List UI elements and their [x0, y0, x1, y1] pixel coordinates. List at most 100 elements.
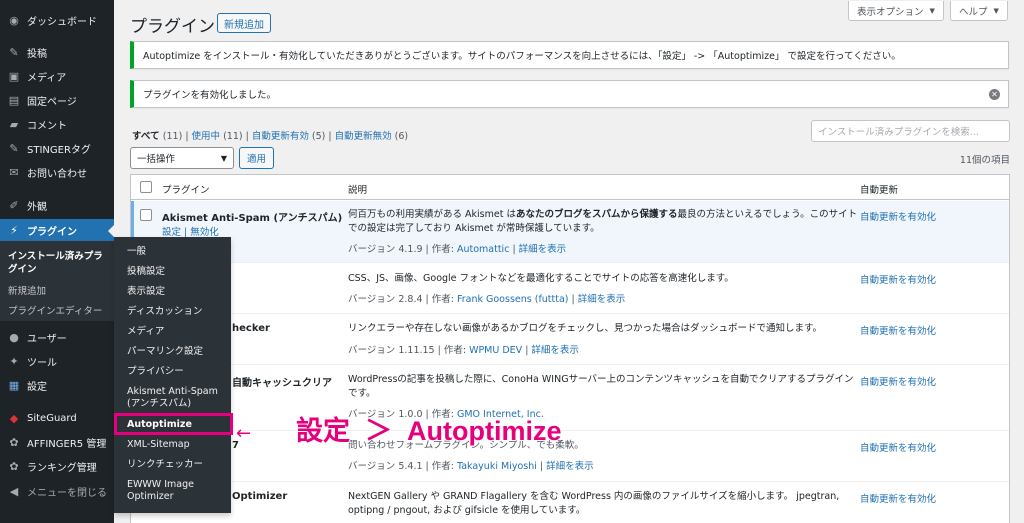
- flyout-ewww[interactable]: EWWW Image Optimizer: [127, 479, 227, 503]
- collapse-icon: ◀: [9, 484, 19, 498]
- plugin-actions[interactable]: 設定 | 無効化: [162, 224, 219, 238]
- page-title: プラグイン: [130, 17, 215, 37]
- submenu-plugin-editor[interactable]: プラグインエディター: [8, 303, 102, 317]
- author-link[interactable]: Takayuki Miyoshi: [457, 461, 537, 472]
- dashboard-icon: ◉: [9, 13, 19, 27]
- menu-tools[interactable]: ✦ ツール: [0, 350, 114, 372]
- gear-icon: ✿: [9, 459, 19, 473]
- filter-all[interactable]: すべて (11): [132, 131, 182, 142]
- menu-pages[interactable]: ▤ 固定ページ: [0, 89, 114, 111]
- plugin-search-input[interactable]: インストール済みプラグインを検索...: [811, 120, 1010, 142]
- enable-auto-update-link[interactable]: 自動更新を有効化: [860, 440, 936, 454]
- filter-auto-update-enabled[interactable]: 自動更新有効: [252, 131, 309, 142]
- col-auto-update: 自動更新: [860, 185, 899, 196]
- flyout-discussion[interactable]: ディスカッション: [127, 306, 227, 318]
- flyout-reading[interactable]: 表示設定: [127, 286, 227, 298]
- screen-options-button[interactable]: 表示オプション ▼: [848, 1, 944, 21]
- menu-ranking[interactable]: ✿ ランキング管理: [0, 455, 114, 477]
- details-link[interactable]: 詳細を表示: [546, 461, 594, 472]
- author-link[interactable]: Frank Goossens (futtta): [457, 294, 569, 305]
- item-count: 11個の項目: [959, 155, 1010, 166]
- flyout-privacy[interactable]: プライバシー: [127, 366, 227, 378]
- dismiss-icon[interactable]: ✕: [989, 89, 1000, 100]
- pin-icon: ✎: [9, 141, 19, 155]
- plugin-filters: すべて (11) | 使用中 (11) | 自動更新有効 (5) | 自動更新無…: [132, 131, 409, 142]
- plugin-icon: ⚡: [10, 223, 18, 237]
- table-row: Akismet Anti-Spam (アンチスパム) 設定 | 無効化 何百万も…: [131, 201, 1009, 263]
- annotation-arrow-icon: ←: [236, 423, 252, 444]
- col-description: 説明: [348, 185, 368, 196]
- menu-comments[interactable]: ▰ コメント: [0, 113, 114, 135]
- menu-siteguard[interactable]: ◆ SiteGuard: [0, 407, 114, 429]
- main-content: プラグイン 新規追加 表示オプション ▼ ヘルプ ▼ Autoptimize をイン…: [114, 0, 1024, 523]
- submenu-installed-plugins[interactable]: インストール済みプラグイン: [8, 250, 108, 276]
- enable-auto-update-link[interactable]: 自動更新を有効化: [860, 209, 936, 223]
- select-all-checkbox[interactable]: [140, 181, 152, 193]
- enable-auto-update-link[interactable]: 自動更新を有効化: [860, 374, 936, 388]
- plugin-description: NextGEN Gallery や GRAND Flagallery を含む W…: [348, 491, 840, 516]
- menu-stinger-tags[interactable]: ✎ STINGERタグ: [0, 137, 114, 159]
- menu-dashboard[interactable]: ◉ ダッシュボード: [0, 9, 114, 31]
- activated-notice: プラグインを有効化しました。 ✕: [130, 80, 1009, 108]
- author-link[interactable]: WPMU DEV: [469, 345, 522, 356]
- table-row: Optimizer NextGEN Gallery や GRAND Flagal…: [131, 483, 1009, 523]
- plugin-name: 自動キャッシュクリア: [232, 378, 332, 389]
- flyout-writing[interactable]: 投稿設定: [127, 266, 227, 278]
- table-header: プラグイン 説明 自動更新: [131, 175, 1009, 200]
- mail-icon: ✉: [9, 165, 19, 179]
- details-link[interactable]: 詳細を表示: [531, 345, 579, 356]
- caret-down-icon: ▼: [993, 6, 999, 15]
- shield-icon: ◆: [9, 411, 19, 425]
- plugin-name: Optimizer: [232, 491, 288, 502]
- menu-media[interactable]: ▣ メディア: [0, 65, 114, 87]
- help-button[interactable]: ヘルプ ▼: [950, 1, 1008, 21]
- enable-auto-update-link[interactable]: 自動更新を有効化: [860, 491, 936, 505]
- filter-active[interactable]: 使用中: [192, 131, 221, 142]
- plugin-description: 何百万もの利用実績がある Akismet はあなたのブログをスパムから保護する最…: [348, 209, 858, 234]
- flyout-akismet[interactable]: Akismet Anti-Spam (アンチスパム): [127, 386, 227, 410]
- flyout-xml-sitemap[interactable]: XML-Sitemap: [127, 439, 227, 451]
- plugin-name: hecker: [232, 323, 270, 334]
- plugin-description: CSS、JS、画像、Google フォントなどを最適化することでサイトの応答を高…: [348, 273, 734, 284]
- plugin-description: リンクエラーや存在しない画像があるかブログをチェックし、見つかった場合はダッシュ…: [348, 323, 823, 334]
- menu-affinger5[interactable]: ✿ AFFINGER5 管理: [0, 431, 114, 453]
- user-icon: ●: [9, 330, 19, 344]
- filter-auto-update-disabled[interactable]: 自動更新無効: [335, 131, 392, 142]
- submenu-add-new[interactable]: 新規追加: [8, 283, 46, 297]
- details-link[interactable]: 詳細を表示: [578, 294, 626, 305]
- flyout-general[interactable]: 一般: [127, 246, 227, 258]
- table-row: 自動キャッシュクリア WordPressの記事を投稿した際に、ConoHa WI…: [131, 366, 1009, 431]
- menu-plugins[interactable]: ⚡ プラグイン: [0, 219, 114, 241]
- menu-appearance[interactable]: ✐ 外観: [0, 194, 114, 216]
- plugin-meta: バージョン 1.11.15 | 作者: WPMU DEV | 詳細を表示: [348, 345, 579, 356]
- plugin-name: Akismet Anti-Spam (アンチスパム): [162, 213, 343, 224]
- plugin-meta: バージョン 4.1.9 | 作者: Automattic | 詳細を表示: [348, 244, 567, 255]
- apply-button[interactable]: 適用: [239, 147, 275, 169]
- pin-icon: ✎: [9, 45, 19, 59]
- plugin-meta: バージョン 5.4.1 | 作者: Takayuki Miyoshi | 詳細を…: [348, 461, 594, 472]
- menu-posts[interactable]: ✎ 投稿: [0, 41, 114, 63]
- flyout-link-checker[interactable]: リンクチェッカー: [127, 459, 227, 471]
- flyout-autoptimize[interactable]: Autoptimize: [114, 413, 233, 435]
- row-checkbox[interactable]: [140, 209, 152, 221]
- enable-auto-update-link[interactable]: 自動更新を有効化: [860, 323, 936, 337]
- plugin-description: WordPressの記事を投稿した際に、ConoHa WINGサーバー上のコンテ…: [348, 374, 854, 399]
- add-new-button[interactable]: 新規追加: [217, 13, 271, 33]
- comment-icon: ▰: [9, 117, 19, 131]
- bulk-action-select[interactable]: 一括操作 ▼: [130, 147, 234, 169]
- menu-contact[interactable]: ✉ お問い合わせ: [0, 161, 114, 183]
- table-row: hecker リンクエラーや存在しない画像があるかブログをチェックし、見つかった…: [131, 315, 1009, 365]
- menu-settings[interactable]: ▦ 設定: [0, 374, 114, 396]
- author-link[interactable]: Automattic: [457, 244, 509, 255]
- table-row: CSS、JS、画像、Google フォントなどを最適化することでサイトの応答を高…: [131, 264, 1009, 314]
- brush-icon: ✐: [9, 198, 19, 212]
- media-icon: ▣: [8, 69, 20, 83]
- menu-users[interactable]: ● ユーザー: [0, 326, 114, 348]
- flyout-permalink[interactable]: パーマリンク設定: [127, 346, 227, 358]
- enable-auto-update-link[interactable]: 自動更新を有効化: [860, 272, 936, 286]
- caret-down-icon: ▼: [929, 6, 935, 15]
- details-link[interactable]: 詳細を表示: [519, 244, 567, 255]
- menu-collapse[interactable]: ◀ メニューを閉じる: [0, 480, 114, 502]
- flyout-media[interactable]: メディア: [127, 326, 227, 338]
- table-row: 7 問い合わせフォームプラグイン。シンプル、でも柔軟。 バージョン 5.4.1 …: [131, 432, 1009, 482]
